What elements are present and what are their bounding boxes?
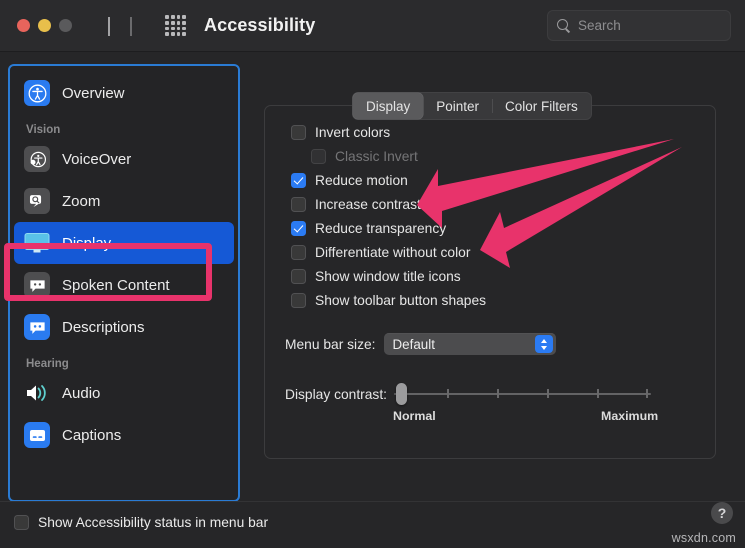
sidebar-item-label: Captions xyxy=(62,427,121,444)
checkbox-label: Show toolbar button shapes xyxy=(315,293,486,308)
captions-icon xyxy=(24,422,50,448)
forward-button[interactable] xyxy=(130,17,132,35)
navigation-buttons xyxy=(108,17,132,35)
accessibility-icon xyxy=(24,80,50,106)
checkbox-row-show-toolbar-button-shapes[interactable]: Show toolbar button shapes xyxy=(265,288,715,312)
checkbox-invert-colors[interactable] xyxy=(291,125,306,140)
sidebar-item-captions[interactable]: Captions xyxy=(10,414,238,456)
traffic-light-group xyxy=(17,19,72,32)
display-contrast-label: Display contrast: xyxy=(285,387,387,402)
speaker-icon xyxy=(24,380,50,406)
checkbox-row-show-window-title-icons[interactable]: Show window title icons xyxy=(265,264,715,288)
checkbox-show-accessibility-status[interactable] xyxy=(14,515,29,530)
back-button[interactable] xyxy=(108,17,110,35)
search-placeholder: Search xyxy=(578,18,621,33)
checkbox-classic-invert xyxy=(311,149,326,164)
tab-color-filters[interactable]: Color Filters xyxy=(492,93,591,119)
sidebar-item-label: Display xyxy=(62,235,111,252)
menu-bar-size-select[interactable]: Default xyxy=(384,333,556,355)
checkbox-reduce-transparency[interactable] xyxy=(291,221,306,236)
sidebar-item-voiceover[interactable]: VoiceOver xyxy=(10,138,238,180)
menu-bar-size-label: Menu bar size: xyxy=(285,337,376,352)
sidebar-item-display[interactable]: Display xyxy=(14,222,234,264)
show-all-grid-icon[interactable] xyxy=(165,15,186,36)
slider-max-label: Maximum xyxy=(601,409,658,423)
close-button[interactable] xyxy=(17,19,30,32)
sidebar-item-audio[interactable]: Audio xyxy=(10,372,238,414)
checkbox-label: Differentiate without color xyxy=(315,245,470,260)
sidebar-item-zoom[interactable]: Zoom xyxy=(10,180,238,222)
zoom-button[interactable] xyxy=(59,19,72,32)
minimize-button[interactable] xyxy=(38,19,51,32)
checkbox-differentiate-without-color[interactable] xyxy=(291,245,306,260)
sidebar-group-hearing: Hearing xyxy=(10,358,238,370)
checkbox-row-reduce-motion[interactable]: Reduce motion xyxy=(265,168,715,192)
sidebar-item-spoken-content[interactable]: Spoken Content xyxy=(10,264,238,306)
slider-thumb[interactable] xyxy=(396,383,407,405)
zoom-icon xyxy=(24,188,50,214)
help-button[interactable]: ? xyxy=(711,502,733,524)
checkbox-row-increase-contrast[interactable]: Increase contrast xyxy=(265,192,715,216)
speech-bubble-icon xyxy=(24,272,50,298)
window-titlebar: Accessibility Search xyxy=(0,0,745,52)
display-contrast-slider[interactable] xyxy=(394,381,651,407)
descriptions-icon xyxy=(24,314,50,340)
sidebar-item-overview[interactable]: Overview xyxy=(10,72,238,114)
slider-scale-labels: Normal Maximum xyxy=(393,409,653,425)
checkbox-show-window-title-icons[interactable] xyxy=(291,269,306,284)
settings-tab-bar[interactable]: Display Pointer Color Filters xyxy=(352,92,592,120)
accessibility-sidebar[interactable]: Overview Vision VoiceOver Zoom xyxy=(8,64,240,502)
show-status-label: Show Accessibility status in menu bar xyxy=(38,515,268,530)
display-contrast-row: Display contrast: xyxy=(265,381,715,407)
voiceover-icon xyxy=(24,146,50,172)
tab-display[interactable]: Display xyxy=(353,93,423,119)
sidebar-item-label: Audio xyxy=(62,385,100,402)
window-footer: Show Accessibility status in menu bar ? … xyxy=(0,501,745,548)
checkbox-row-reduce-transparency[interactable]: Reduce transparency xyxy=(265,216,715,240)
sidebar-item-label: Overview xyxy=(62,85,125,102)
checkbox-label: Invert colors xyxy=(315,125,390,140)
display-options-panel: Invert colors Classic Invert Reduce moti… xyxy=(264,105,716,459)
show-status-row[interactable]: Show Accessibility status in menu bar xyxy=(0,502,745,530)
display-icon xyxy=(24,230,50,256)
search-icon xyxy=(557,19,571,33)
search-field[interactable]: Search xyxy=(547,10,731,41)
checkbox-label: Reduce motion xyxy=(315,173,408,188)
checkbox-label: Increase contrast xyxy=(315,197,421,212)
checkbox-label: Reduce transparency xyxy=(315,221,446,236)
checkbox-row-invert-colors[interactable]: Invert colors xyxy=(265,120,715,144)
slider-min-label: Normal xyxy=(393,409,436,423)
slider-track xyxy=(394,393,651,395)
watermark: wsxdn.com xyxy=(672,531,736,545)
sidebar-group-vision: Vision xyxy=(10,124,238,136)
checkbox-show-toolbar-button-shapes[interactable] xyxy=(291,293,306,308)
menu-bar-size-row: Menu bar size: Default xyxy=(265,333,715,355)
checkbox-label: Classic Invert xyxy=(335,149,418,164)
chevron-updown-icon xyxy=(535,335,553,353)
sidebar-item-label: Zoom xyxy=(62,193,100,210)
checkbox-increase-contrast[interactable] xyxy=(291,197,306,212)
sidebar-item-label: Descriptions xyxy=(62,319,145,336)
sidebar-item-descriptions[interactable]: Descriptions xyxy=(10,306,238,348)
tab-pointer[interactable]: Pointer xyxy=(423,93,492,119)
sidebar-item-label: Spoken Content xyxy=(62,277,170,294)
menu-bar-size-value: Default xyxy=(393,337,435,352)
checkbox-row-classic-invert: Classic Invert xyxy=(265,144,715,168)
checkbox-label: Show window title icons xyxy=(315,269,461,284)
checkbox-reduce-motion[interactable] xyxy=(291,173,306,188)
page-title: Accessibility xyxy=(204,15,315,36)
checkbox-row-differentiate-without-color[interactable]: Differentiate without color xyxy=(265,240,715,264)
sidebar-item-label: VoiceOver xyxy=(62,151,131,168)
display-settings-content: Display Pointer Color Filters Invert col… xyxy=(246,64,734,498)
